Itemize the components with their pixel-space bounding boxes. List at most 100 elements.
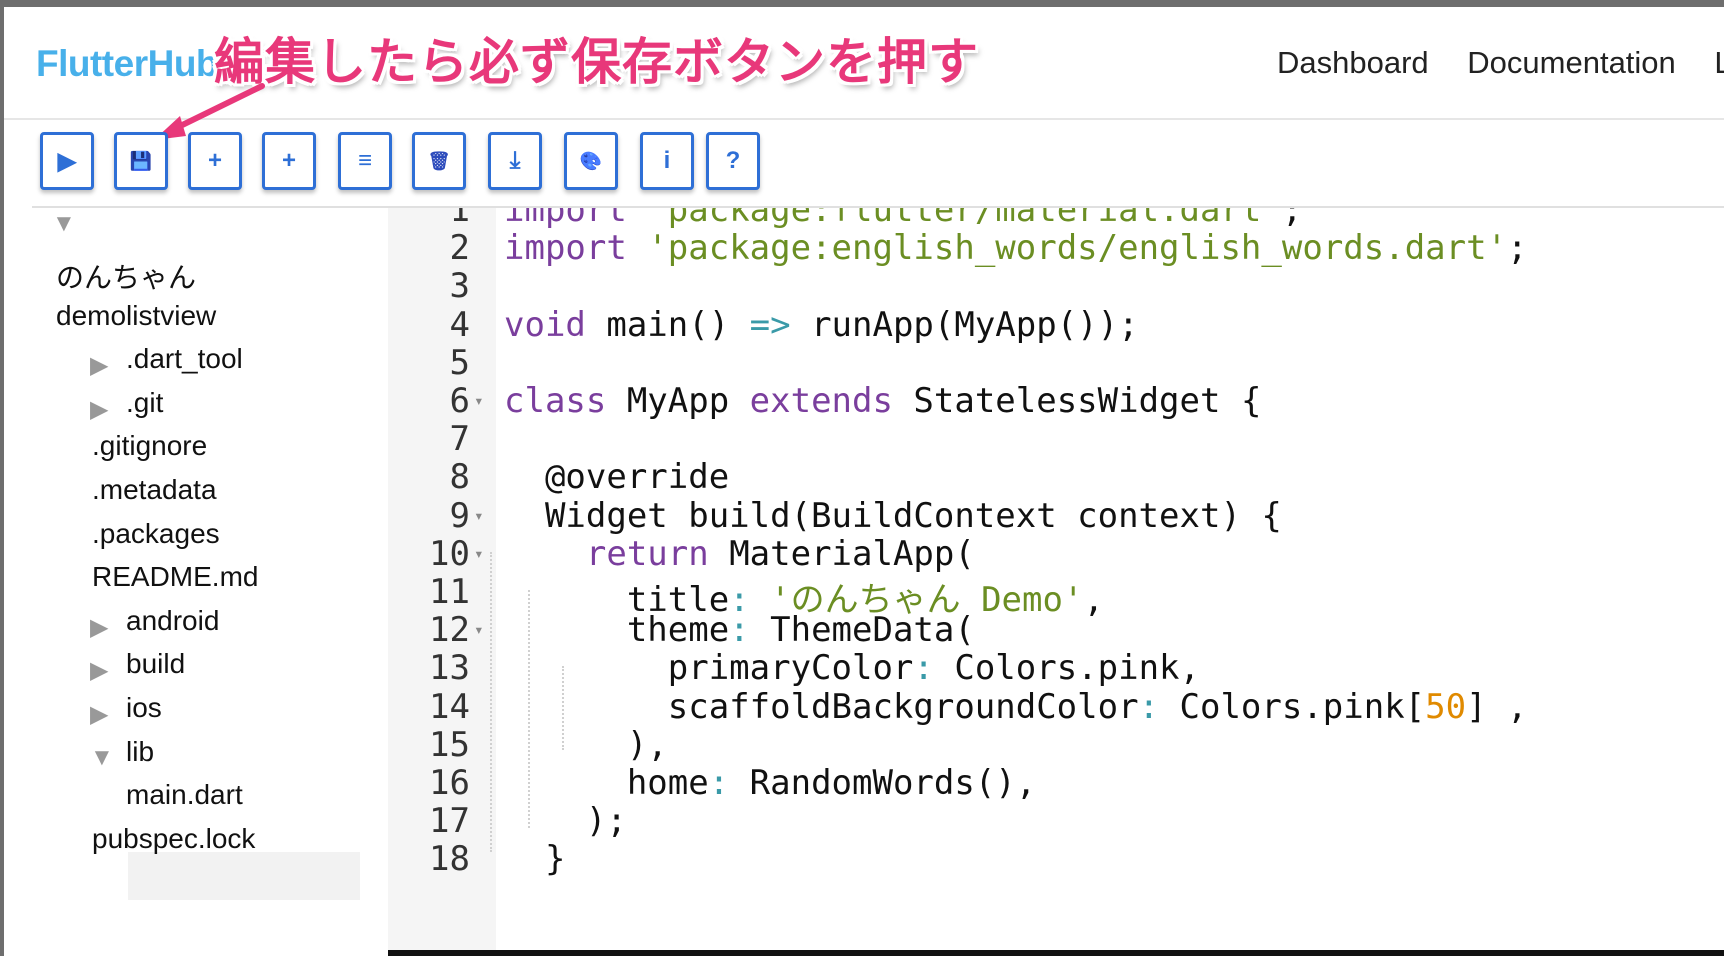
expand-caret-icon[interactable]: ▶ [90, 700, 108, 729]
line-number: 4 [449, 304, 470, 345]
code-line[interactable]: 2 import 'package:english_words/english_w… [388, 228, 1724, 270]
code-line[interactable]: 7 [388, 419, 1724, 461]
top-nav: Dashboard Documentation L [1277, 45, 1724, 81]
line-number: 17 [429, 801, 470, 842]
token-default: Colors.pink[ [1159, 686, 1426, 727]
tree-file[interactable]: .gitignore [92, 430, 207, 462]
nav-dashboard[interactable]: Dashboard [1277, 45, 1429, 80]
collapse-caret-icon[interactable]: ▼ [90, 744, 114, 772]
expand-caret-icon[interactable]: ▶ [90, 395, 108, 424]
code-line[interactable]: 8 @override [388, 457, 1724, 499]
code-line[interactable]: 16 home: RandomWords(), [388, 763, 1724, 805]
token-operator: : [708, 763, 730, 803]
code-text: import 'package:english_words/english_wo… [504, 228, 1528, 268]
download-icon: ⤓ [509, 147, 521, 174]
tree-file[interactable]: main.dart [126, 779, 243, 811]
token-keyword: import [504, 208, 627, 230]
brand-logo[interactable]: FlutterHub [36, 43, 219, 85]
code-line[interactable]: 4 void main() => runApp(MyApp()); [388, 305, 1724, 347]
nav-truncated[interactable]: L [1714, 45, 1724, 80]
nav-documentation[interactable]: Documentation [1467, 45, 1676, 80]
token-default: MaterialApp( [708, 533, 975, 574]
tree-file[interactable]: .metadata [92, 474, 217, 506]
tree-file[interactable]: .packages [92, 518, 220, 550]
code-text: import 'package:flutter/material.dart'; [504, 208, 1302, 230]
code-text: class MyApp extends StatelessWidget { [504, 381, 1261, 421]
annotation-callout: 編集したら必ず保存ボタンを押す [214, 34, 979, 90]
code-line[interactable]: 9 ▾ Widget build(BuildContext context) { [388, 496, 1724, 538]
play-icon: ▶ [57, 147, 77, 175]
fold-toggle-icon[interactable]: ▾ [474, 544, 484, 563]
token-keyword: import [504, 228, 627, 269]
new-folder-button[interactable]: + [262, 132, 316, 190]
window-top-border [0, 0, 1724, 7]
code-line[interactable]: 12 ▾ theme: ThemeData( [388, 610, 1724, 652]
expand-caret-icon[interactable]: ▶ [90, 613, 108, 642]
code-line[interactable]: 11 title: 'のんちゃん Demo', [388, 572, 1724, 620]
code-line[interactable]: 3 [388, 266, 1724, 308]
tree-file[interactable]: demolistview [56, 300, 216, 332]
help-button[interactable]: ? [706, 132, 760, 190]
save-button[interactable]: 💾 [114, 132, 168, 190]
tree-folder[interactable]: .dart_tool [126, 343, 243, 375]
token-default: ; [1507, 228, 1528, 269]
tree-folder[interactable]: ios [126, 692, 162, 724]
line-number: 3 [449, 266, 470, 307]
download-button[interactable]: ⤓ [488, 132, 542, 190]
token-default: theme [504, 610, 730, 651]
tree-folder[interactable]: build [126, 648, 185, 680]
theme-button[interactable]: 🎨 [564, 132, 618, 190]
code-line[interactable]: 17 ); [388, 801, 1724, 843]
token-default: home [504, 763, 709, 803]
list-icon: ≡ [357, 147, 372, 174]
code-line[interactable]: 6 ▾ class MyApp extends StatelessWidget { [388, 381, 1724, 423]
token-default [504, 534, 586, 574]
tree-file[interactable]: pubspec.lock [92, 823, 255, 855]
indent-guide [490, 552, 492, 852]
editor-bottom-border [388, 950, 1724, 956]
line-number: 8 [449, 457, 470, 498]
token-default: ] , [1466, 686, 1528, 727]
code-text: void main() => runApp(MyApp()); [504, 305, 1139, 345]
code-line[interactable]: 18 } [388, 839, 1724, 881]
list-button[interactable]: ≡ [338, 132, 392, 190]
info-button[interactable]: i [640, 132, 694, 190]
token-default: primaryColor [504, 648, 914, 689]
fold-toggle-icon[interactable]: ▾ [474, 391, 484, 410]
line-number: 18 [429, 839, 470, 880]
tree-folder[interactable]: android [126, 605, 219, 637]
code-line[interactable]: 13 primaryColor: Colors.pink, [388, 648, 1724, 690]
token-operator: : [913, 648, 934, 689]
code-text: scaffoldBackgroundColor: Colors.pink[50]… [504, 687, 1528, 727]
code-line[interactable]: 5 [388, 343, 1724, 385]
token-default: } [504, 839, 566, 880]
token-default: RandomWords(), [729, 763, 1037, 803]
root-collapse-caret-icon[interactable]: ▼ [52, 210, 76, 238]
token-operator: : [1138, 686, 1160, 727]
code-text: } [504, 839, 565, 879]
line-number: 1 [449, 208, 470, 230]
expand-caret-icon[interactable]: ▶ [90, 351, 108, 380]
delete-button[interactable]: 🗑 [412, 132, 466, 190]
run-button[interactable]: ▶ [40, 132, 94, 190]
code-line[interactable]: 14 scaffoldBackgroundColor: Colors.pink[… [388, 687, 1724, 729]
token-default: runApp(MyApp()); [790, 304, 1139, 345]
code-text: @override [504, 457, 729, 497]
line-number: 15 [429, 724, 470, 765]
folder-plus-icon: + [281, 147, 296, 174]
tree-folder[interactable]: .git [126, 387, 163, 419]
code-text: Widget build(BuildContext context) { [504, 496, 1282, 536]
fold-toggle-icon[interactable]: ▾ [474, 506, 484, 525]
line-number: 9 [449, 495, 470, 536]
fold-toggle-icon[interactable]: ▾ [474, 620, 484, 639]
new-file-button[interactable]: + [188, 132, 242, 190]
tree-folder[interactable]: lib [126, 736, 154, 768]
token-default: ThemeData( [749, 610, 975, 651]
code-line[interactable]: 10 ▾ return MaterialApp( [388, 534, 1724, 576]
expand-caret-icon[interactable]: ▶ [90, 656, 108, 685]
file-plus-icon: + [207, 147, 222, 174]
code-line[interactable]: 15 ), [388, 725, 1724, 767]
tree-file[interactable]: README.md [92, 561, 258, 593]
tree-file[interactable]: のんちゃん [56, 256, 196, 296]
code-editor[interactable]: 1 import 'package:flutter/material.dart';… [388, 208, 1724, 956]
